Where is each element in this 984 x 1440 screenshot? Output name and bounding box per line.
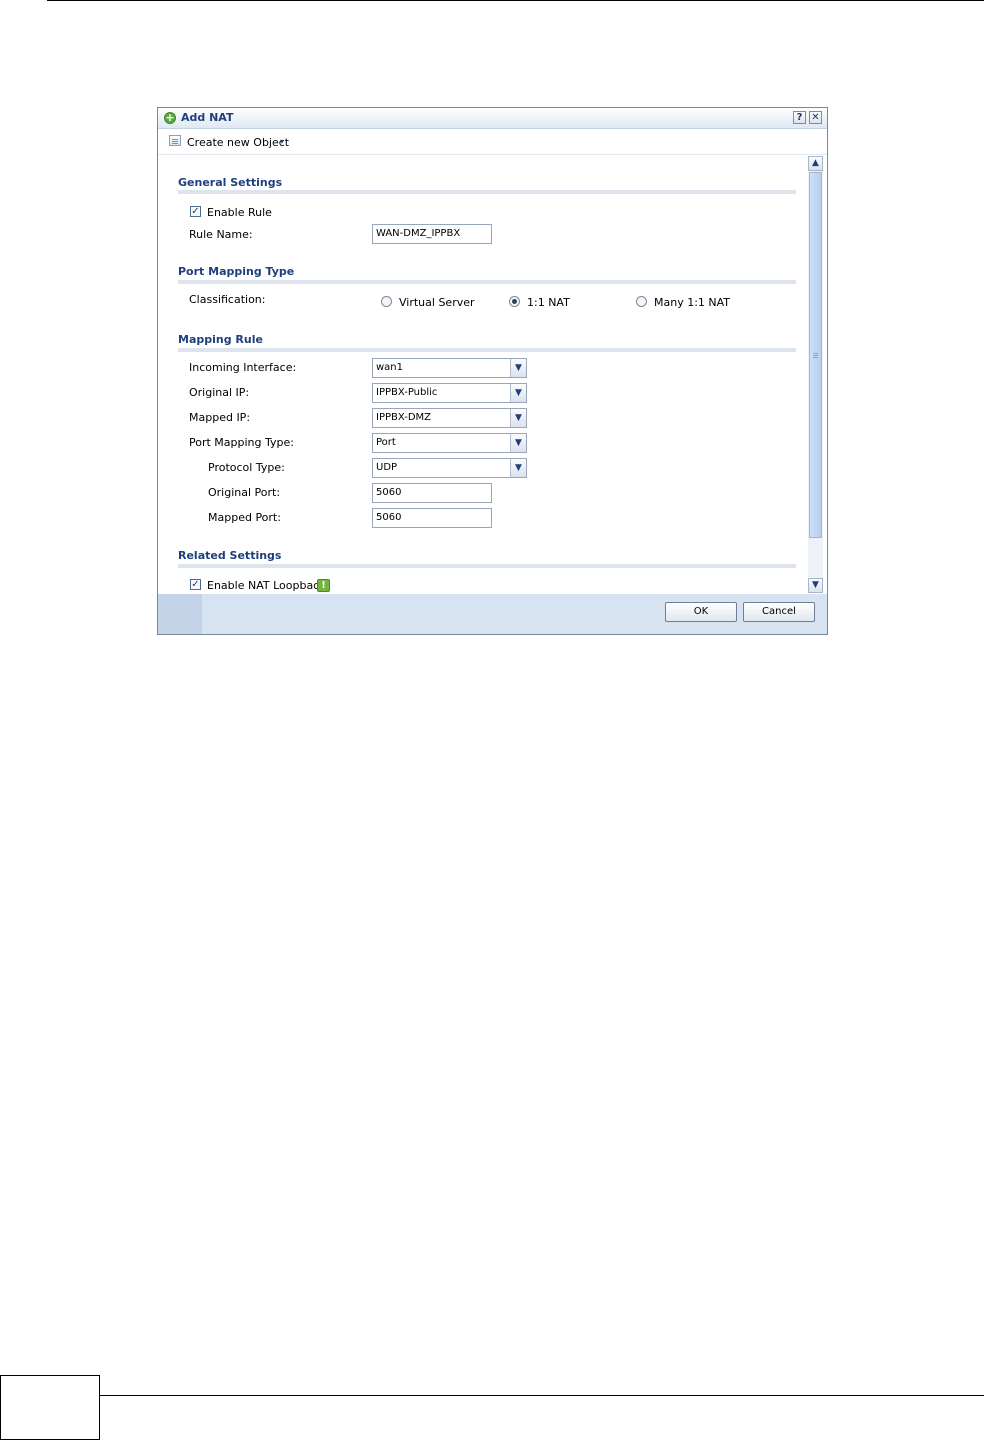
port-mapping-type-select[interactable]: Port ▼ — [372, 433, 527, 453]
ok-button[interactable]: OK — [665, 602, 737, 622]
page-top-rule — [47, 0, 984, 1]
radio-one-to-one-nat[interactable] — [509, 296, 520, 307]
chevron-down-icon[interactable]: ▼ — [510, 409, 526, 427]
help-icon[interactable]: ? — [793, 111, 806, 124]
section-divider — [178, 280, 796, 284]
port-mapping-type-label: Port Mapping Type: — [189, 436, 294, 449]
footer-side-panel — [158, 594, 202, 634]
mapped-port-input[interactable]: 5060 — [372, 508, 492, 528]
page-bottom-rule — [0, 1395, 984, 1396]
section-title-port-mapping-type: Port Mapping Type — [178, 265, 295, 278]
info-icon[interactable]: ! — [317, 579, 330, 592]
section-title-related-settings: Related Settings — [178, 549, 282, 562]
chevron-down-icon[interactable]: ▼ — [510, 384, 526, 402]
enable-nat-loopback-checkbox[interactable]: ✓ — [190, 579, 201, 590]
incoming-interface-label: Incoming Interface: — [189, 361, 297, 374]
incoming-interface-select[interactable]: wan1 ▼ — [372, 358, 527, 378]
enable-rule-label: Enable Rule — [207, 206, 272, 219]
radio-virtual-server-label: Virtual Server — [399, 296, 475, 309]
grip-icon — [813, 353, 818, 354]
dialog-titlebar: + Add NAT ? ✕ — [158, 108, 827, 129]
radio-many-one-to-one-nat-label: Many 1:1 NAT — [654, 296, 731, 309]
create-new-object-button[interactable]: Create new Object — [187, 136, 289, 149]
incoming-interface-value: wan1 — [376, 362, 404, 373]
dialog-footer: OK Cancel — [158, 594, 827, 634]
dialog-content: General Settings ✓ Enable Rule Rule Name… — [162, 156, 806, 592]
rule-name-input[interactable]: WAN-DMZ_IPPBX — [372, 224, 492, 244]
classification-label: Classification: — [189, 293, 266, 306]
add-icon: + — [164, 111, 176, 124]
chevron-down-icon[interactable]: ▼ — [510, 434, 526, 452]
original-port-label: Original Port: — [208, 486, 281, 499]
dialog-title: Add NAT — [181, 111, 234, 124]
scroll-up-icon[interactable]: ▲ — [808, 156, 823, 171]
section-title-general-settings: General Settings — [178, 176, 283, 189]
add-nat-dialog: + Add NAT ? ✕ Create new Object ▾ Genera… — [157, 107, 828, 635]
protocol-type-value: UDP — [376, 462, 398, 473]
dialog-toolbar: Create new Object ▾ — [158, 129, 827, 155]
chevron-down-icon[interactable]: ▼ — [510, 459, 526, 477]
radio-one-to-one-nat-label: 1:1 NAT — [527, 296, 570, 309]
enable-rule-checkbox[interactable]: ✓ — [190, 206, 201, 217]
rule-name-label: Rule Name: — [189, 228, 253, 241]
original-ip-label: Original IP: — [189, 386, 250, 399]
protocol-type-label: Protocol Type: — [208, 461, 285, 474]
original-ip-value: IPPBX-Public — [376, 387, 438, 398]
section-title-mapping-rule: Mapping Rule — [178, 333, 263, 346]
cancel-button[interactable]: Cancel — [743, 602, 815, 622]
radio-many-one-to-one-nat[interactable] — [636, 296, 647, 307]
scroll-down-icon[interactable]: ▼ — [808, 578, 823, 593]
create-object-icon[interactable] — [169, 135, 181, 146]
section-divider — [178, 190, 796, 194]
port-mapping-type-value: Port — [376, 437, 396, 448]
enable-nat-loopback-label: Enable NAT Loopback — [207, 579, 326, 592]
page-number-box — [0, 1375, 100, 1440]
close-icon[interactable]: ✕ — [809, 111, 822, 124]
content-scrollbar[interactable]: ▲ ▼ — [808, 156, 823, 593]
mapped-ip-label: Mapped IP: — [189, 411, 251, 424]
original-port-input[interactable]: 5060 — [372, 483, 492, 503]
mapped-ip-value: IPPBX-DMZ — [376, 412, 432, 423]
original-ip-select[interactable]: IPPBX-Public ▼ — [372, 383, 527, 403]
protocol-type-select[interactable]: UDP ▼ — [372, 458, 527, 478]
section-divider — [178, 564, 796, 568]
radio-virtual-server[interactable] — [381, 296, 392, 307]
scroll-thumb[interactable] — [809, 172, 822, 538]
mapped-ip-select[interactable]: IPPBX-DMZ ▼ — [372, 408, 527, 428]
chevron-down-icon[interactable]: ▾ — [280, 137, 284, 146]
mapped-port-label: Mapped Port: — [208, 511, 281, 524]
section-divider — [178, 348, 796, 352]
chevron-down-icon[interactable]: ▼ — [510, 359, 526, 377]
